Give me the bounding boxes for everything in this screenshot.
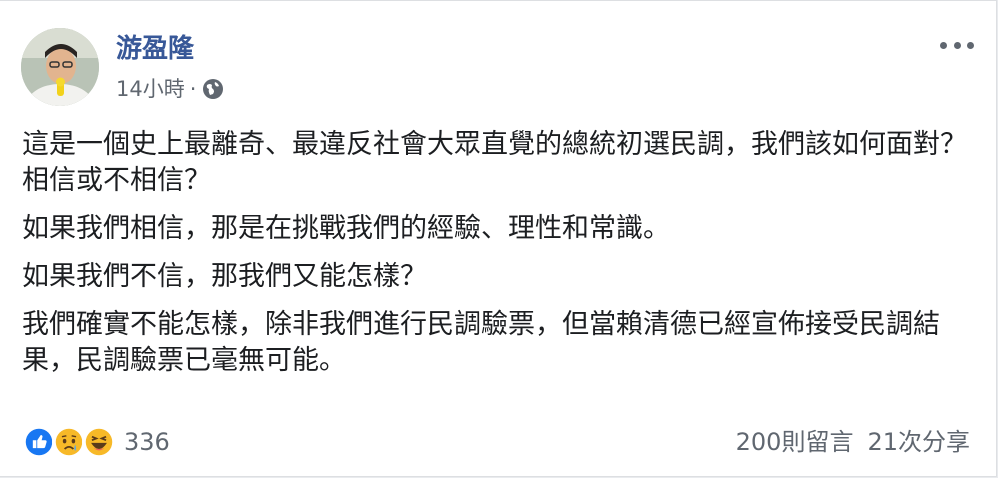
more-dot-icon bbox=[967, 41, 974, 49]
post-body: 這是一個史上最離奇、最違反社會大眾直覺的總統初選民調，我們該如何面對？相信或不相… bbox=[22, 127, 972, 391]
post-meta: 14小時 · bbox=[116, 75, 224, 103]
more-dot-icon bbox=[953, 41, 961, 49]
avatar[interactable] bbox=[21, 28, 99, 106]
author-name[interactable]: 游盈隆 bbox=[116, 33, 194, 65]
post-paragraph: 這是一個史上最離奇、最違反社會大眾直覺的總統初選民調，我們該如何面對？相信或不相… bbox=[22, 129, 967, 196]
engagement-stats: 200則留言 21次分享 bbox=[736, 425, 970, 459]
post-card: 游盈隆 14小時 · 這是一個史上最離奇、最違反社會大眾直覺的總統初選民調，我們… bbox=[0, 0, 997, 477]
haha-icon bbox=[82, 425, 116, 459]
profile-photo-icon bbox=[21, 28, 99, 106]
post-paragraph: 我們確實不能怎樣，除非我們進行民調驗票，但當賴清德已經宣佈接受民調結果，民調驗票… bbox=[22, 309, 940, 376]
post-paragraph: 如果我們相信，那是在挑戰我們的經驗、理性和常識。 bbox=[22, 213, 670, 244]
shares-count[interactable]: 21次分享 bbox=[867, 425, 970, 459]
timestamp[interactable]: 14小時 bbox=[116, 75, 185, 103]
sad-icon bbox=[52, 425, 86, 459]
globe-icon[interactable] bbox=[202, 78, 224, 100]
comments-count[interactable]: 200則留言 bbox=[736, 425, 854, 459]
more-options-button[interactable] bbox=[940, 37, 974, 53]
meta-separator: · bbox=[189, 77, 197, 101]
like-icon bbox=[22, 425, 56, 459]
reactions-summary[interactable]: 336 bbox=[22, 425, 170, 459]
reaction-count[interactable]: 336 bbox=[124, 428, 170, 456]
more-dot-icon bbox=[940, 41, 947, 49]
post-paragraph: 如果我們不信，那我們又能怎樣？ bbox=[22, 261, 427, 292]
